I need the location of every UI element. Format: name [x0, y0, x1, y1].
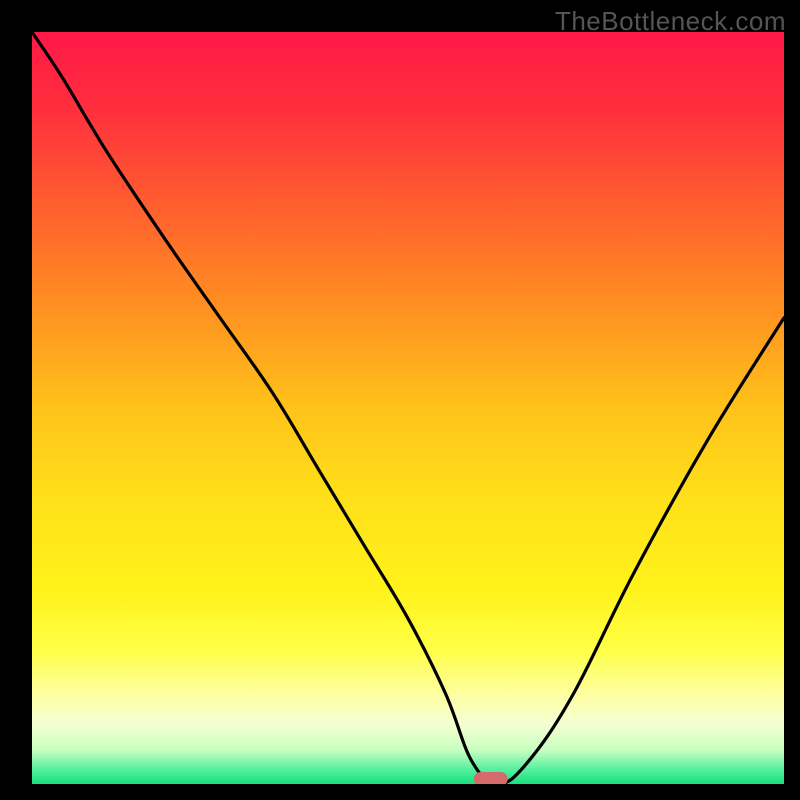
- optimal-marker: [474, 772, 508, 786]
- watermark-text: TheBottleneck.com: [555, 6, 786, 37]
- gradient-background: [32, 32, 784, 784]
- bottleneck-chart: [0, 0, 800, 800]
- chart-frame: TheBottleneck.com: [0, 0, 800, 800]
